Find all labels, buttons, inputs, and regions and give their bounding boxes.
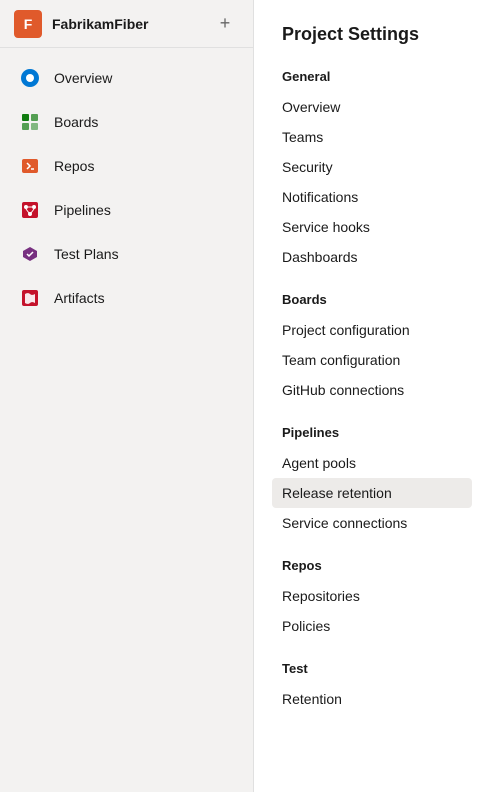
- sidebar-item-label-artifacts: Artifacts: [54, 290, 105, 306]
- sidebar-item-repos[interactable]: Repos: [4, 144, 249, 188]
- sidebar: F FabrikamFiber + Overview Boards Repos …: [0, 0, 254, 792]
- settings-item-repositories[interactable]: Repositories: [272, 581, 472, 611]
- settings-item-project-configuration[interactable]: Project configuration: [272, 315, 472, 345]
- settings-item-release-retention[interactable]: Release retention: [272, 478, 472, 508]
- sidebar-nav: Overview Boards Repos Pipelines Test Pla…: [0, 48, 253, 328]
- artifacts-icon: [18, 286, 42, 310]
- boards-icon: [18, 110, 42, 134]
- sidebar-item-label-testplans: Test Plans: [54, 246, 119, 262]
- section-header-pipelines: Pipelines: [282, 425, 472, 440]
- pipelines-icon: [18, 198, 42, 222]
- sidebar-item-label-repos: Repos: [54, 158, 94, 174]
- sidebar-title: FabrikamFiber: [52, 16, 201, 32]
- overview-icon: [18, 66, 42, 90]
- settings-item-service-hooks[interactable]: Service hooks: [272, 212, 472, 242]
- sidebar-item-label-pipelines: Pipelines: [54, 202, 111, 218]
- settings-item-notifications[interactable]: Notifications: [272, 182, 472, 212]
- add-project-button[interactable]: +: [211, 10, 239, 38]
- settings-item-teams[interactable]: Teams: [272, 122, 472, 152]
- page-title: Project Settings: [282, 24, 472, 45]
- testplans-icon: [18, 242, 42, 266]
- settings-item-dashboards[interactable]: Dashboards: [272, 242, 472, 272]
- section-header-general: General: [282, 69, 472, 84]
- settings-item-policies[interactable]: Policies: [272, 611, 472, 641]
- sidebar-logo: F: [14, 10, 42, 38]
- section-header-test: Test: [282, 661, 472, 676]
- settings-item-team-configuration[interactable]: Team configuration: [272, 345, 472, 375]
- sidebar-item-testplans[interactable]: Test Plans: [4, 232, 249, 276]
- settings-item-security[interactable]: Security: [272, 152, 472, 182]
- settings-item-retention[interactable]: Retention: [272, 684, 472, 714]
- sidebar-header: F FabrikamFiber +: [0, 0, 253, 48]
- sidebar-item-label-overview: Overview: [54, 70, 112, 86]
- sidebar-item-label-boards: Boards: [54, 114, 98, 130]
- settings-item-github-connections[interactable]: GitHub connections: [272, 375, 472, 405]
- sidebar-item-pipelines[interactable]: Pipelines: [4, 188, 249, 232]
- section-header-boards: Boards: [282, 292, 472, 307]
- settings-item-agent-pools[interactable]: Agent pools: [272, 448, 472, 478]
- settings-item-overview[interactable]: Overview: [272, 92, 472, 122]
- section-header-repos: Repos: [282, 558, 472, 573]
- sidebar-item-overview[interactable]: Overview: [4, 56, 249, 100]
- repos-icon: [18, 154, 42, 178]
- sidebar-item-artifacts[interactable]: Artifacts: [4, 276, 249, 320]
- sidebar-item-boards[interactable]: Boards: [4, 100, 249, 144]
- main-content: Project Settings General OverviewTeamsSec…: [254, 0, 500, 792]
- settings-item-service-connections[interactable]: Service connections: [272, 508, 472, 538]
